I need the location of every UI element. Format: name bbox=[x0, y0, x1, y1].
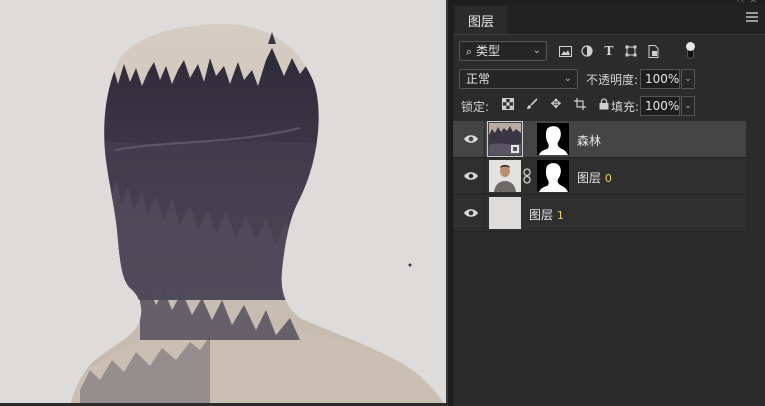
layer-list-scroll-gutter bbox=[746, 121, 765, 232]
lock-row: 锁定: ✥ 填充: 100% ⌄ bbox=[453, 95, 765, 117]
divider bbox=[484, 158, 485, 194]
search-icon: ⌕ bbox=[466, 45, 473, 58]
lock-artboard-icon[interactable] bbox=[573, 97, 587, 111]
type-filter-icon[interactable]: T bbox=[602, 44, 616, 58]
canvas-edge bbox=[446, 0, 448, 406]
layer-filter-value: 类型 bbox=[476, 44, 501, 58]
layer-row-layer-1[interactable]: 图层 1 bbox=[453, 195, 746, 232]
panel-tab-strip: 图层 bbox=[453, 5, 765, 35]
image-filter-icon[interactable] bbox=[558, 44, 572, 58]
blend-mode-value: 正常 bbox=[466, 72, 491, 86]
filter-icons: T bbox=[558, 42, 660, 60]
layer-name: 图层 1 bbox=[529, 206, 564, 223]
layer-name-text: 图层 bbox=[577, 171, 605, 185]
chevron-down-icon: ⌄ bbox=[532, 45, 541, 56]
divider bbox=[484, 195, 485, 231]
layers-panel: ‹‹ ✕ 图层 ⌕ 类型 ⌄ T 正常 ⌄ 不透明度: 100% ⌄ 锁定: ✥… bbox=[452, 0, 765, 406]
opacity-label: 不透明度: bbox=[586, 73, 639, 87]
layer-mask-thumbnail[interactable] bbox=[537, 123, 569, 155]
double-exposure-artwork bbox=[70, 23, 446, 406]
layer-name-suffix: 1 bbox=[556, 209, 564, 222]
layer-row-forest[interactable]: 森林 bbox=[453, 121, 746, 158]
layer-row-layer-0[interactable]: 图层 0 bbox=[453, 158, 746, 195]
fill-input[interactable]: 100% bbox=[640, 96, 680, 116]
smart-object-filter-icon[interactable] bbox=[646, 44, 660, 58]
layer-name-text: 图层 bbox=[529, 208, 557, 222]
blank-thumbnail[interactable] bbox=[489, 197, 521, 229]
fill-chevron-icon[interactable]: ⌄ bbox=[681, 96, 695, 116]
eye-visibility-icon[interactable] bbox=[463, 169, 479, 183]
layer-mask-thumbnail[interactable] bbox=[537, 160, 569, 192]
divider bbox=[484, 121, 485, 157]
adjustment-filter-icon[interactable] bbox=[580, 44, 594, 58]
filter-row: ⌕ 类型 ⌄ T bbox=[453, 40, 765, 62]
lock-icons: ✥ bbox=[501, 97, 611, 112]
lock-position-move-icon[interactable]: ✥ bbox=[549, 97, 563, 112]
lock-image-pixels-brush-icon[interactable] bbox=[525, 97, 539, 111]
eye-visibility-icon[interactable] bbox=[463, 132, 479, 146]
panel-menu-icon[interactable] bbox=[746, 12, 758, 24]
forest-thumbnail[interactable] bbox=[487, 121, 523, 157]
blend-mode-dropdown[interactable]: 正常 ⌄ bbox=[459, 69, 578, 89]
layer-name-suffix: 0 bbox=[604, 172, 612, 185]
opacity-input[interactable]: 100% bbox=[640, 69, 680, 89]
tab-layers[interactable]: 图层 bbox=[455, 6, 507, 34]
layer-name: 森林 bbox=[577, 132, 601, 149]
fill-label: 填充: bbox=[611, 100, 640, 114]
lock-transparent-pixels-icon[interactable] bbox=[501, 97, 515, 111]
chevron-down-icon: ⌄ bbox=[563, 73, 572, 84]
lock-all-padlock-icon[interactable] bbox=[597, 97, 611, 111]
mask-link-chain-icon[interactable] bbox=[523, 168, 531, 184]
eye-visibility-icon[interactable] bbox=[463, 206, 479, 220]
document-canvas[interactable] bbox=[0, 0, 448, 406]
shape-filter-icon[interactable] bbox=[624, 44, 638, 58]
layer-name-text: 森林 bbox=[577, 134, 602, 148]
blend-row: 正常 ⌄ 不透明度: 100% ⌄ bbox=[453, 68, 765, 90]
portrait-thumbnail[interactable] bbox=[489, 160, 521, 192]
lock-label: 锁定: bbox=[461, 100, 490, 114]
opacity-chevron-icon[interactable]: ⌄ bbox=[681, 69, 695, 89]
filter-toggle-switch[interactable] bbox=[685, 42, 695, 60]
layer-filter-dropdown[interactable]: ⌕ 类型 ⌄ bbox=[459, 41, 547, 61]
layer-name: 图层 0 bbox=[577, 169, 612, 186]
